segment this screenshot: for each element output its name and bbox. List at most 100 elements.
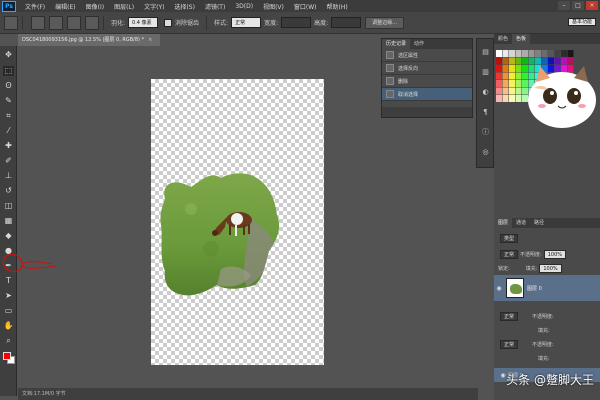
- color-swatch[interactable]: [509, 50, 515, 57]
- tab-actions[interactable]: 动作: [410, 39, 428, 49]
- menu-image[interactable]: 图像(I): [81, 2, 109, 11]
- minimize-button[interactable]: –: [558, 1, 570, 10]
- menu-file[interactable]: 文件(F): [20, 2, 50, 11]
- color-swatch[interactable]: [502, 57, 509, 65]
- hand-tool-icon[interactable]: ✋: [3, 321, 14, 331]
- adjustments-panel-icon[interactable]: ◐: [480, 87, 491, 97]
- gradient-tool-icon[interactable]: ▦: [3, 216, 14, 226]
- fill-input[interactable]: 100%: [539, 263, 562, 273]
- maximize-button[interactable]: □: [572, 1, 584, 10]
- color-swatch[interactable]: [496, 72, 502, 80]
- color-swatch[interactable]: [502, 72, 509, 80]
- blend-mode-select[interactable]: 正常: [500, 311, 519, 321]
- color-swatch[interactable]: [554, 50, 561, 57]
- color-swatch[interactable]: [502, 65, 509, 72]
- refine-edge-button[interactable]: 调整边缘...: [365, 16, 404, 29]
- tab-layers[interactable]: 图层: [494, 218, 513, 228]
- color-swatch[interactable]: [509, 72, 515, 80]
- color-swatch[interactable]: [528, 50, 535, 57]
- navigator-panel-icon[interactable]: ◎: [480, 147, 491, 157]
- history-panel-icon[interactable]: ▤: [480, 47, 491, 57]
- move-tool-icon[interactable]: ✥: [3, 50, 14, 60]
- eraser-tool-icon[interactable]: ◫: [3, 201, 14, 211]
- menu-view[interactable]: 视图(V): [258, 2, 289, 11]
- info-panel-icon[interactable]: ⓘ: [480, 127, 491, 137]
- menu-filter[interactable]: 滤镜(T): [200, 2, 230, 11]
- history-item-selected[interactable]: 取消选择: [382, 88, 472, 101]
- crop-tool-icon[interactable]: ⌗: [3, 111, 14, 121]
- color-swatch[interactable]: [496, 50, 502, 57]
- color-swatch[interactable]: [535, 50, 541, 57]
- tab-swatches[interactable]: 色板: [512, 34, 531, 44]
- properties-panel-icon[interactable]: ▥: [480, 67, 491, 77]
- color-swatch[interactable]: [509, 65, 515, 72]
- color-swatch[interactable]: [496, 80, 502, 87]
- color-swatch[interactable]: [561, 50, 567, 57]
- brush-tool-icon[interactable]: ✐: [3, 156, 14, 166]
- color-swatch[interactable]: [515, 50, 522, 57]
- color-swatch[interactable]: [509, 87, 515, 95]
- tool-preset-icon[interactable]: [4, 15, 18, 30]
- tab-color[interactable]: 颜色: [494, 34, 512, 44]
- tab-paths[interactable]: 路径: [530, 218, 548, 228]
- color-swatch[interactable]: [496, 65, 502, 72]
- color-swatch[interactable]: [548, 50, 554, 57]
- menu-select[interactable]: 选择(S): [169, 2, 200, 11]
- height-input[interactable]: [331, 17, 362, 28]
- foreground-color-swatch[interactable]: [3, 352, 11, 360]
- new-selection-icon[interactable]: [31, 15, 45, 30]
- menu-edit[interactable]: 编辑(E): [50, 2, 80, 11]
- color-swatch[interactable]: [541, 50, 548, 57]
- menu-layer[interactable]: 图层(L): [109, 2, 139, 11]
- close-icon[interactable]: ×: [148, 37, 152, 43]
- style-select[interactable]: 正常: [231, 17, 262, 28]
- color-swatch[interactable]: [496, 95, 502, 102]
- document-tab[interactable]: DSC04180093156.jpg @ 12.5% (图层 0, RGB/8)…: [18, 34, 161, 46]
- antialias-checkbox[interactable]: [164, 18, 173, 27]
- color-swatch[interactable]: [509, 57, 515, 65]
- menu-help[interactable]: 帮助(H): [322, 2, 353, 11]
- workspace-select[interactable]: 基本功能: [567, 18, 596, 26]
- color-swatch[interactable]: [496, 57, 502, 65]
- path-select-tool-icon[interactable]: ➤: [3, 291, 14, 301]
- intersect-selection-icon[interactable]: [85, 15, 99, 30]
- menu-type[interactable]: 文字(Y): [139, 2, 169, 11]
- layer-row[interactable]: ◉ 图层 0: [494, 275, 600, 301]
- zoom-tool-icon[interactable]: ⌕: [3, 336, 14, 346]
- tab-history[interactable]: 历史记录: [382, 39, 411, 49]
- eye-icon[interactable]: ◉: [494, 285, 504, 292]
- color-swatch[interactable]: [502, 50, 509, 57]
- width-input[interactable]: [281, 17, 312, 28]
- color-swatch[interactable]: [502, 95, 509, 102]
- blend-mode-select[interactable]: 正常: [500, 249, 519, 259]
- history-item[interactable]: 选择反向: [382, 62, 472, 75]
- color-swatch[interactable]: [496, 87, 502, 95]
- blend-mode-select[interactable]: 正常: [500, 339, 519, 349]
- color-swatch[interactable]: [522, 50, 528, 57]
- close-button[interactable]: ×: [586, 1, 598, 10]
- menu-3d[interactable]: 3D(D): [230, 3, 258, 10]
- lasso-tool-icon[interactable]: ʘ: [3, 81, 14, 91]
- clone-tool-icon[interactable]: ⊥: [3, 171, 14, 181]
- opacity-input[interactable]: 100%: [543, 249, 566, 259]
- layer-kind-select[interactable]: 类型: [500, 233, 519, 243]
- color-swatch[interactable]: [502, 87, 509, 95]
- color-swatch[interactable]: [509, 80, 515, 87]
- feather-input[interactable]: 0.4 像素: [128, 17, 159, 28]
- color-swatch[interactable]: [567, 50, 574, 57]
- history-item[interactable]: 选区属性: [382, 49, 472, 62]
- subtract-selection-icon[interactable]: [67, 15, 81, 30]
- tab-channels[interactable]: 通道: [512, 218, 530, 228]
- color-swatch[interactable]: [502, 80, 509, 87]
- blur-tool-icon[interactable]: ◆: [3, 231, 14, 241]
- healing-tool-icon[interactable]: ✚: [3, 141, 14, 151]
- eyedropper-tool-icon[interactable]: ⁄: [3, 126, 14, 136]
- quick-select-tool-icon[interactable]: ✎: [3, 96, 14, 106]
- shape-tool-icon[interactable]: ▭: [3, 306, 14, 316]
- add-selection-icon[interactable]: [49, 15, 63, 30]
- paragraph-panel-icon[interactable]: ¶: [480, 107, 491, 117]
- history-brush-tool-icon[interactable]: ↺: [3, 186, 14, 196]
- color-swatch[interactable]: [509, 95, 515, 102]
- history-item[interactable]: 删除: [382, 75, 472, 88]
- menu-window[interactable]: 窗口(W): [289, 2, 322, 11]
